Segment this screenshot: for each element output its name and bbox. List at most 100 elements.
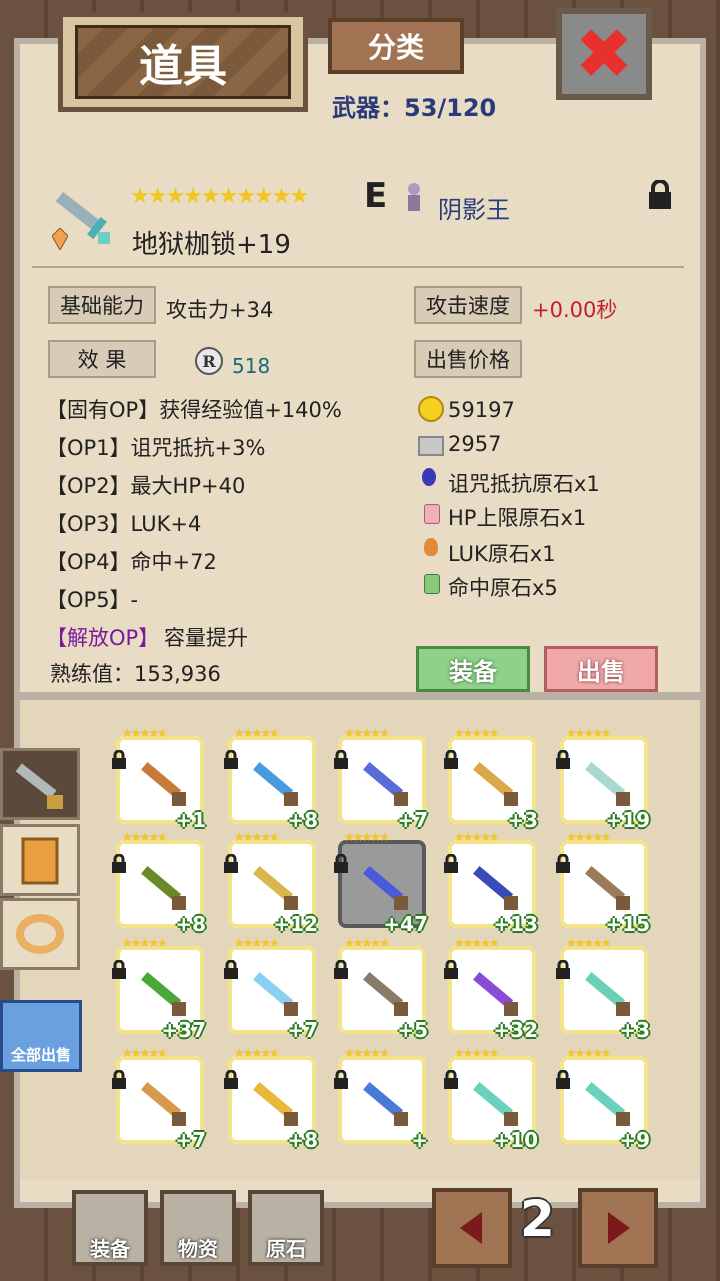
option-line: 【OP5】- [46, 588, 139, 612]
hit-ore-icon [424, 574, 440, 594]
gold-value: 59197 [448, 398, 515, 422]
inventory-slot[interactable]: ★★★★★ +13 [444, 830, 538, 936]
slot-stars: ★★★★★ [566, 1046, 612, 1060]
sell-button[interactable]: 出售 [544, 646, 658, 692]
inventory-slot[interactable]: ★★★★★ +8 [112, 830, 206, 936]
slot-stars: ★★★★★ [344, 830, 390, 844]
item-stars: ★★★★★★★★★★ [130, 184, 309, 209]
inventory-slot[interactable]: ★★★★★ + [334, 1046, 428, 1152]
slot-stars: ★★★★★ [344, 1046, 390, 1060]
weapon-icon [141, 865, 186, 910]
slot-level: +9 [619, 1128, 650, 1152]
slot-level: +7 [287, 1018, 318, 1042]
weapon-icon [253, 761, 298, 806]
inventory-slot[interactable]: ★★★★★ +7 [224, 936, 318, 1042]
slot-stars: ★★★★★ [566, 830, 612, 844]
inventory-slot[interactable]: ★★★★★ +7 [112, 1046, 206, 1152]
weapon-icon [141, 761, 186, 806]
lock-icon [224, 854, 238, 873]
slot-stars: ★★★★★ [234, 830, 280, 844]
weapon-icon [363, 971, 408, 1016]
slot-stars: ★★★★★ [454, 1046, 500, 1060]
material-line: 诅咒抵抗原石x1 [448, 472, 600, 496]
weapon-icon [473, 971, 518, 1016]
option-line: 【固有OP】获得经验值+140% [46, 398, 342, 422]
slot-level: +7 [397, 808, 428, 832]
bottom-equip-button[interactable]: 装备 [72, 1190, 148, 1266]
lock-icon [112, 854, 126, 873]
slot-level: +3 [507, 808, 538, 832]
slot-level: +5 [397, 1018, 428, 1042]
weapon-icon [253, 971, 298, 1016]
bottom-goods-button[interactable]: 物资 [160, 1190, 236, 1266]
equip-button[interactable]: 装备 [416, 646, 530, 692]
slot-level: +13 [493, 912, 538, 936]
hp-ore-icon [424, 504, 440, 524]
inventory-slot[interactable]: ★★★★★ +15 [556, 830, 650, 936]
lock-icon [334, 750, 348, 769]
inventory-slot[interactable]: ★★★★★ +37 [112, 936, 206, 1042]
tab-accessory[interactable] [0, 898, 80, 970]
sell-all-button[interactable]: 全部出售 [0, 1000, 82, 1072]
lock-icon [556, 854, 570, 873]
inventory-slot[interactable]: ★★★★★ +32 [444, 936, 538, 1042]
slot-level: +47 [383, 912, 428, 936]
attack-speed-label: 攻击速度 [414, 286, 522, 324]
option-line: 【OP2】最大HP+40 [46, 474, 246, 498]
option-line: 【OP3】LUK+4 [46, 512, 202, 536]
slot-stars: ★★★★★ [454, 830, 500, 844]
sword-icon [15, 763, 63, 809]
weapon-icon [363, 1081, 408, 1126]
slot-level: +15 [605, 912, 650, 936]
tab-armor[interactable] [0, 824, 80, 896]
item-name: 地狱枷锁+19 [132, 230, 291, 260]
gold-coin-icon [418, 396, 444, 422]
item-owner: 阴影王 [438, 196, 510, 224]
inventory-slot[interactable]: ★★★★★ +8 [224, 1046, 318, 1152]
weapon-icon [253, 1081, 298, 1126]
inventory-slot[interactable]: ★★★★★ +3 [444, 726, 538, 832]
slot-stars: ★★★★★ [454, 726, 500, 740]
silver-ingot-icon [418, 436, 444, 456]
arrow-right-icon [608, 1212, 630, 1244]
slot-level: +8 [175, 912, 206, 936]
bottom-ore-button[interactable]: 原石 [248, 1190, 324, 1266]
weapon-icon [363, 761, 408, 806]
lock-icon [444, 854, 458, 873]
inventory-slot[interactable]: ★★★★★ +19 [556, 726, 650, 832]
material-line: 命中原石x5 [448, 576, 558, 600]
inventory-slot[interactable]: ★★★★★ +9 [556, 1046, 650, 1152]
sell-price-label: 出售价格 [414, 340, 522, 378]
close-button[interactable]: ✖ [556, 8, 652, 100]
page-number: 2 [520, 1190, 555, 1248]
inventory-slot[interactable]: ★★★★★ +7 [334, 726, 428, 832]
lock-icon[interactable] [646, 180, 674, 210]
r-coin-icon: R [195, 347, 223, 375]
lock-icon [556, 960, 570, 979]
weapon-icon [473, 761, 518, 806]
inventory-slot[interactable]: ★★★★★ +8 [224, 726, 318, 832]
weapon-count: 武器：53/120 [332, 94, 497, 122]
slot-stars: ★★★★★ [566, 726, 612, 740]
inventory-slot[interactable]: ★★★★★ +12 [224, 830, 318, 936]
tab-weapons[interactable] [0, 748, 80, 820]
category-button[interactable]: 分类 [328, 18, 464, 74]
svg-text:R: R [202, 352, 216, 371]
slot-level: +7 [175, 1128, 206, 1152]
inventory-slot[interactable]: ★★★★★ +47 [334, 830, 428, 936]
title-plaque: 道具 [58, 12, 308, 112]
slot-stars: ★★★★★ [344, 726, 390, 740]
lock-icon [224, 750, 238, 769]
next-page-button[interactable] [578, 1188, 658, 1268]
lock-icon [334, 960, 348, 979]
prev-page-button[interactable] [432, 1188, 512, 1268]
arrow-left-icon [460, 1212, 482, 1244]
inventory-slot[interactable]: ★★★★★ +5 [334, 936, 428, 1042]
inventory-slot[interactable]: ★★★★★ +10 [444, 1046, 538, 1152]
inventory-slot[interactable]: ★★★★★ +3 [556, 936, 650, 1042]
inventory-slot[interactable]: ★★★★★ +1 [112, 726, 206, 832]
ring-icon [16, 914, 64, 954]
armor-icon [21, 837, 59, 885]
slot-stars: ★★★★★ [122, 726, 168, 740]
option-line: 【OP1】诅咒抵抗+3% [46, 436, 266, 460]
